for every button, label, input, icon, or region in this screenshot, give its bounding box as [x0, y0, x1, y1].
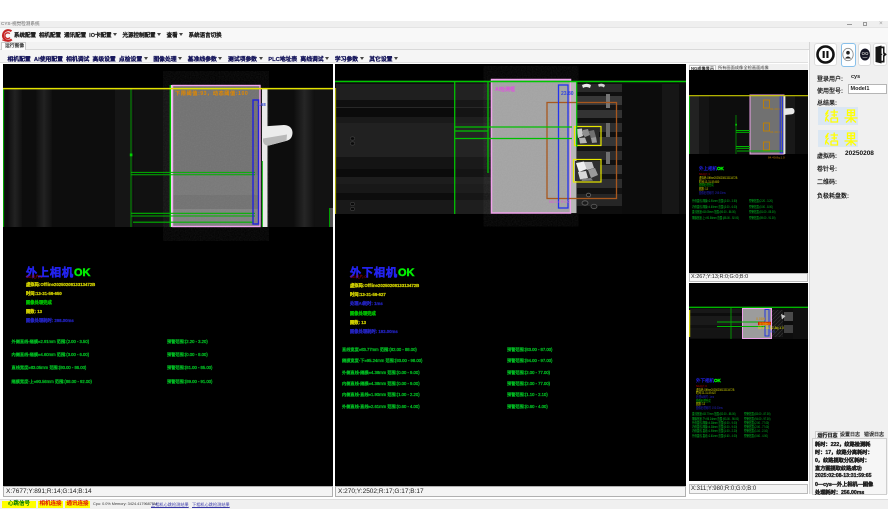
svg-text:3.68: 3.68: [257, 102, 266, 107]
svg-text:88.0: 88.0: [769, 330, 775, 334]
svg-text:AI检测框: AI检测框: [495, 86, 515, 93]
svg-text:23.80: 23.80: [561, 91, 574, 97]
svg-text:84.40:1.0: 84.40:1.0: [770, 107, 783, 111]
svg-text:0.08H:: 0.08H:: [756, 317, 766, 321]
svg-text:84.40:8q:1.0: 84.40:8q:1.0: [768, 156, 785, 160]
svg-text:NG:0.4 R:1.0: NG:0.4 R:1.0: [549, 200, 569, 204]
svg-text:04.40:1.0: 04.40:1.0: [770, 130, 783, 134]
svg-text:下限阈值:93，动态阈值:100: 下限阈值:93，动态阈值:100: [175, 89, 248, 97]
